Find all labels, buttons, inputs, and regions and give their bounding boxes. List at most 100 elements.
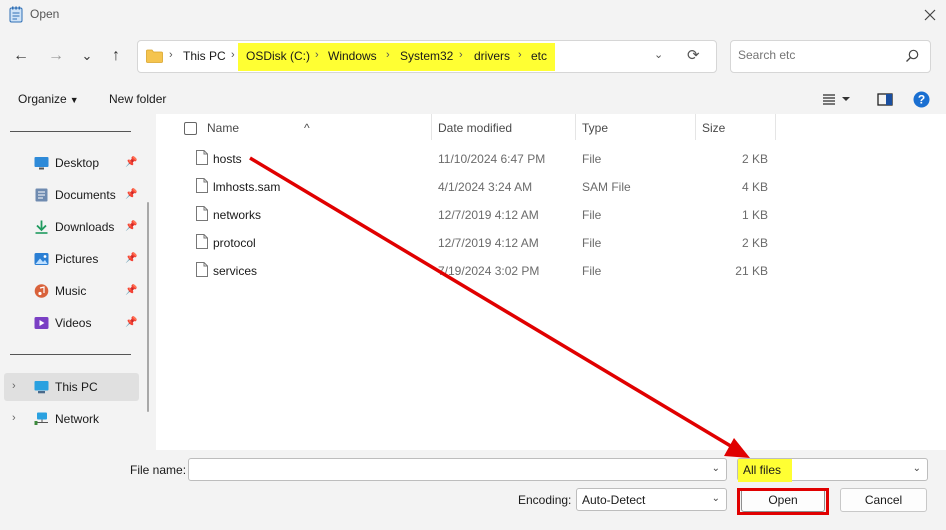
open-button[interactable]: Open	[741, 488, 825, 512]
file-type: File	[582, 264, 602, 278]
column-header-date-modified[interactable]: Date modified	[432, 114, 576, 140]
close-icon	[924, 9, 936, 21]
navigation-scrollbar[interactable]	[147, 202, 149, 412]
window-title: Open	[30, 7, 60, 21]
file-icon	[196, 206, 208, 221]
column-header-type[interactable]: Type	[576, 114, 696, 140]
pin-icon[interactable]: 📌	[125, 285, 137, 297]
preview-pane-button[interactable]	[874, 90, 896, 108]
sidebar-item-desktop[interactable]: Desktop 📌	[0, 149, 145, 177]
file-row[interactable]: services 7/19/2024 3:02 PM File 21 KB	[156, 256, 946, 284]
column-header-label: Type	[582, 121, 609, 135]
file-type: File	[582, 208, 602, 222]
sidebar-item-label: Downloads	[55, 220, 115, 234]
breadcrumb-osdisk[interactable]: OSDisk (C:)	[246, 49, 310, 63]
file-row[interactable]: protocol 12/7/2019 4:12 AM File 2 KB	[156, 228, 946, 256]
breadcrumb-system32[interactable]: System32	[400, 49, 453, 63]
help-icon: ?	[913, 91, 929, 107]
recent-locations-button[interactable]: ⌄	[74, 43, 100, 69]
breadcrumb-separator: ›	[386, 49, 390, 61]
chevron-down-icon: ⌄	[912, 463, 921, 474]
breadcrumb-windows[interactable]: Windows	[328, 49, 377, 63]
svg-text:?: ?	[917, 92, 924, 106]
sidebar-item-label: Videos	[55, 316, 92, 330]
column-header-label: Size	[702, 121, 726, 135]
file-name-input[interactable]	[193, 462, 708, 476]
breadcrumb-etc[interactable]: etc	[531, 49, 547, 63]
downloads-icon	[35, 220, 48, 234]
file-row[interactable]: networks 12/7/2019 4:12 AM File 1 KB	[156, 200, 946, 228]
search-input[interactable]	[738, 48, 898, 62]
sidebar-item-documents[interactable]: Documents 📌	[0, 181, 145, 209]
breadcrumb-this-pc[interactable]: This PC	[183, 49, 226, 63]
file-date: 12/7/2019 4:12 AM	[438, 236, 539, 250]
file-date: 11/10/2024 6:47 PM	[438, 152, 546, 166]
sidebar-item-label: This PC	[55, 380, 98, 394]
breadcrumb-separator: ›	[315, 49, 319, 61]
pin-icon[interactable]: 📌	[125, 317, 137, 329]
title-bar: Open	[0, 0, 946, 30]
address-bar[interactable]: › This PC › OSDisk (C:) › Windows › Syst…	[137, 40, 717, 73]
change-view-button[interactable]	[820, 90, 854, 108]
file-size: 1 KB	[741, 208, 768, 222]
preview-pane-icon	[877, 92, 893, 106]
organize-menu[interactable]: Organize ▼	[18, 92, 79, 106]
select-all-checkbox[interactable]	[184, 122, 197, 135]
file-type-filter-select[interactable]: All files ⌄	[737, 458, 928, 482]
pin-icon[interactable]: 📌	[125, 221, 137, 233]
videos-icon	[34, 317, 49, 329]
nav-divider	[10, 354, 131, 355]
file-size: 2 KB	[741, 152, 768, 166]
navigation-pane: Desktop 📌 Documents 📌 Downloads 📌 Pictur…	[0, 114, 155, 450]
music-icon	[34, 284, 49, 298]
column-header-size[interactable]: Size	[696, 114, 776, 140]
sidebar-item-music[interactable]: Music 📌	[0, 277, 145, 305]
chevron-right-icon[interactable]: ›	[12, 412, 16, 424]
file-type-filter-value: All files	[743, 463, 782, 477]
nav-divider	[10, 131, 131, 132]
breadcrumb-separator: ›	[231, 49, 235, 61]
back-button[interactable]: ←	[8, 43, 34, 69]
file-icon	[196, 178, 208, 193]
close-button[interactable]	[918, 4, 942, 26]
file-type: File	[582, 152, 602, 166]
pin-icon[interactable]: 📌	[125, 189, 137, 201]
breadcrumb-separator: ›	[169, 49, 173, 61]
file-row[interactable]: lmhosts.sam 4/1/2024 3:24 AM SAM File 4 …	[156, 172, 946, 200]
new-folder-button[interactable]: New folder	[109, 92, 166, 106]
dialog-footer: File name: ⌄ All files ⌄ Encoding: Auto-…	[0, 450, 946, 530]
chevron-down-icon[interactable]: ⌄	[712, 463, 720, 474]
up-button[interactable]: ↑	[103, 43, 129, 69]
sidebar-item-downloads[interactable]: Downloads 📌	[0, 213, 145, 241]
file-date: 12/7/2019 4:12 AM	[438, 208, 539, 222]
network-icon	[34, 412, 48, 425]
sidebar-item-videos[interactable]: Videos 📌	[0, 309, 145, 337]
pin-icon[interactable]: 📌	[125, 157, 137, 169]
encoding-select[interactable]: Auto-Detect ⌄	[576, 488, 727, 511]
refresh-icon[interactable]: ⟳	[687, 46, 700, 64]
column-header-label: Date modified	[438, 121, 513, 135]
search-box[interactable]	[730, 40, 931, 73]
sidebar-item-network[interactable]: › Network	[0, 405, 145, 433]
sidebar-item-pictures[interactable]: Pictures 📌	[0, 245, 145, 273]
breadcrumb-drivers[interactable]: drivers	[474, 49, 510, 63]
sidebar-item-label: Documents	[55, 188, 116, 202]
help-button[interactable]: ?	[910, 90, 932, 108]
file-row[interactable]: hosts 11/10/2024 6:47 PM File 2 KB	[156, 144, 946, 172]
file-type: SAM File	[582, 180, 631, 194]
file-name-combobox[interactable]: ⌄	[188, 458, 727, 481]
command-bar: Organize ▼ New folder ?	[0, 82, 946, 114]
file-list: Name ^ Date modified Type Size hosts 11/…	[156, 114, 946, 450]
cancel-button[interactable]: Cancel	[840, 488, 927, 512]
search-icon[interactable]	[904, 48, 920, 64]
column-header-label: Name	[207, 121, 240, 135]
address-dropdown-chevron-icon[interactable]: ⌄	[654, 48, 663, 61]
forward-button[interactable]: →	[43, 43, 69, 69]
file-size: 2 KB	[741, 236, 768, 250]
chevron-right-icon[interactable]: ›	[12, 380, 16, 392]
sidebar-item-this-pc[interactable]: › This PC	[4, 373, 139, 401]
file-date: 4/1/2024 3:24 AM	[438, 180, 533, 194]
column-header-name[interactable]: Name ^	[156, 114, 432, 140]
pin-icon[interactable]: 📌	[125, 253, 137, 265]
sidebar-item-label: Music	[55, 284, 87, 298]
